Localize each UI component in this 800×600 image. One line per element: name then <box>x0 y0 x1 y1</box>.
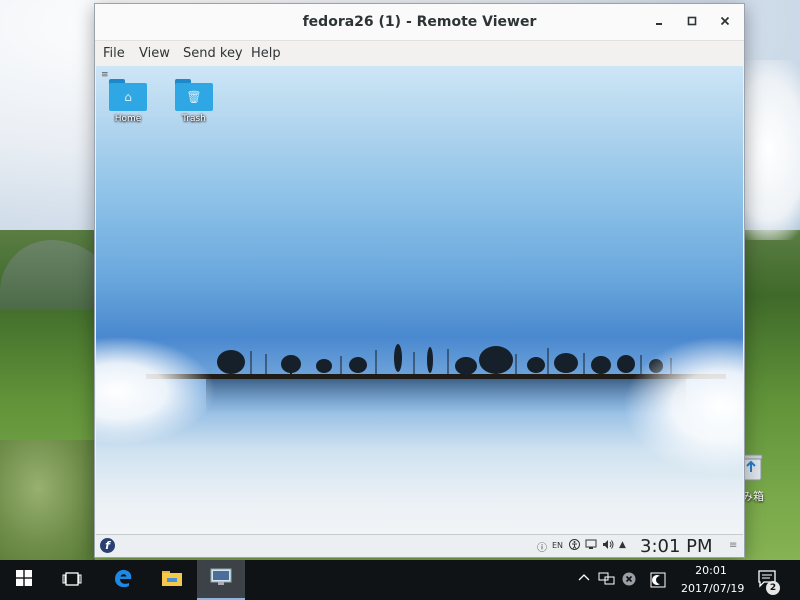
maximize-icon <box>687 15 697 30</box>
guest-clock[interactable]: 3:01 PM <box>640 536 713 557</box>
guest-desktop[interactable]: ≡ ⌂ Home 🗑 Trash <box>96 66 743 534</box>
close-icon <box>720 15 730 30</box>
minimize-button[interactable] <box>651 14 667 30</box>
menu-view[interactable]: View <box>139 46 170 61</box>
task-view-icon <box>62 571 82 590</box>
volume-icon[interactable] <box>602 539 614 553</box>
desktop-menu-icon[interactable]: ≡ <box>101 71 110 80</box>
start-button[interactable] <box>0 560 48 600</box>
info-icon[interactable]: ⓘ <box>537 539 547 554</box>
close-button[interactable] <box>717 14 733 30</box>
guest-panel: f ⓘ EN ▲ 3:01 PM ≡ <box>96 534 743 557</box>
show-hidden-icons-chevron-icon[interactable] <box>578 572 590 588</box>
fog-left <box>96 336 216 446</box>
task-view-button[interactable] <box>48 560 96 600</box>
panel-menu-icon[interactable]: ≡ <box>729 540 737 551</box>
desktop-icon-trash[interactable]: 🗑 Trash <box>164 79 224 124</box>
menu-help[interactable]: Help <box>251 46 281 61</box>
file-explorer-button[interactable] <box>148 560 196 600</box>
notification-count-badge: 2 <box>766 581 780 595</box>
night-light-icon[interactable] <box>650 572 666 592</box>
edge-browser-button[interactable] <box>99 560 147 600</box>
host-taskbar <box>0 560 800 600</box>
window-titlebar[interactable]: fedora26 (1) - Remote Viewer <box>95 4 744 41</box>
volume-muted-icon[interactable] <box>622 572 636 590</box>
edge-browser-icon <box>112 567 134 593</box>
recycle-bin-label[interactable]: み箱 <box>742 488 764 504</box>
host-clock-time[interactable]: 20:01 <box>686 564 736 577</box>
host-wallpaper-rocks <box>0 440 95 560</box>
remote-viewer-taskbar-button[interactable] <box>197 560 245 600</box>
accessibility-icon[interactable] <box>569 539 580 553</box>
menu-file[interactable]: File <box>103 46 125 61</box>
file-explorer-icon <box>161 569 183 591</box>
trash-folder-icon: 🗑 <box>175 79 213 111</box>
fedora-menu-button[interactable]: f <box>100 538 115 553</box>
window-title: fedora26 (1) - Remote Viewer <box>302 14 537 30</box>
arrow-up-icon[interactable]: ▲ <box>619 540 626 550</box>
keyboard-layout-indicator[interactable]: EN <box>552 541 563 550</box>
maximize-button[interactable] <box>684 14 700 30</box>
host-clock-date[interactable]: 2017/07/19 <box>681 582 744 595</box>
desktop-icon-label: Home <box>114 114 142 124</box>
desktop-icon-home[interactable]: ⌂ Home <box>98 79 158 124</box>
menu-send-key[interactable]: Send key <box>183 46 243 61</box>
remote-viewer-icon <box>210 568 232 590</box>
remote-viewer-window: fedora26 (1) - Remote Viewer File View S… <box>94 3 745 558</box>
network-icon[interactable] <box>585 539 597 553</box>
fog-right <box>623 336 743 476</box>
menubar: File View Send key Help <box>95 41 744 66</box>
network-status-icon[interactable] <box>598 572 616 590</box>
home-folder-icon: ⌂ <box>109 79 147 111</box>
desktop-icon-label: Trash <box>182 114 206 124</box>
windows-logo-icon <box>16 570 32 590</box>
minimize-icon <box>654 15 664 30</box>
